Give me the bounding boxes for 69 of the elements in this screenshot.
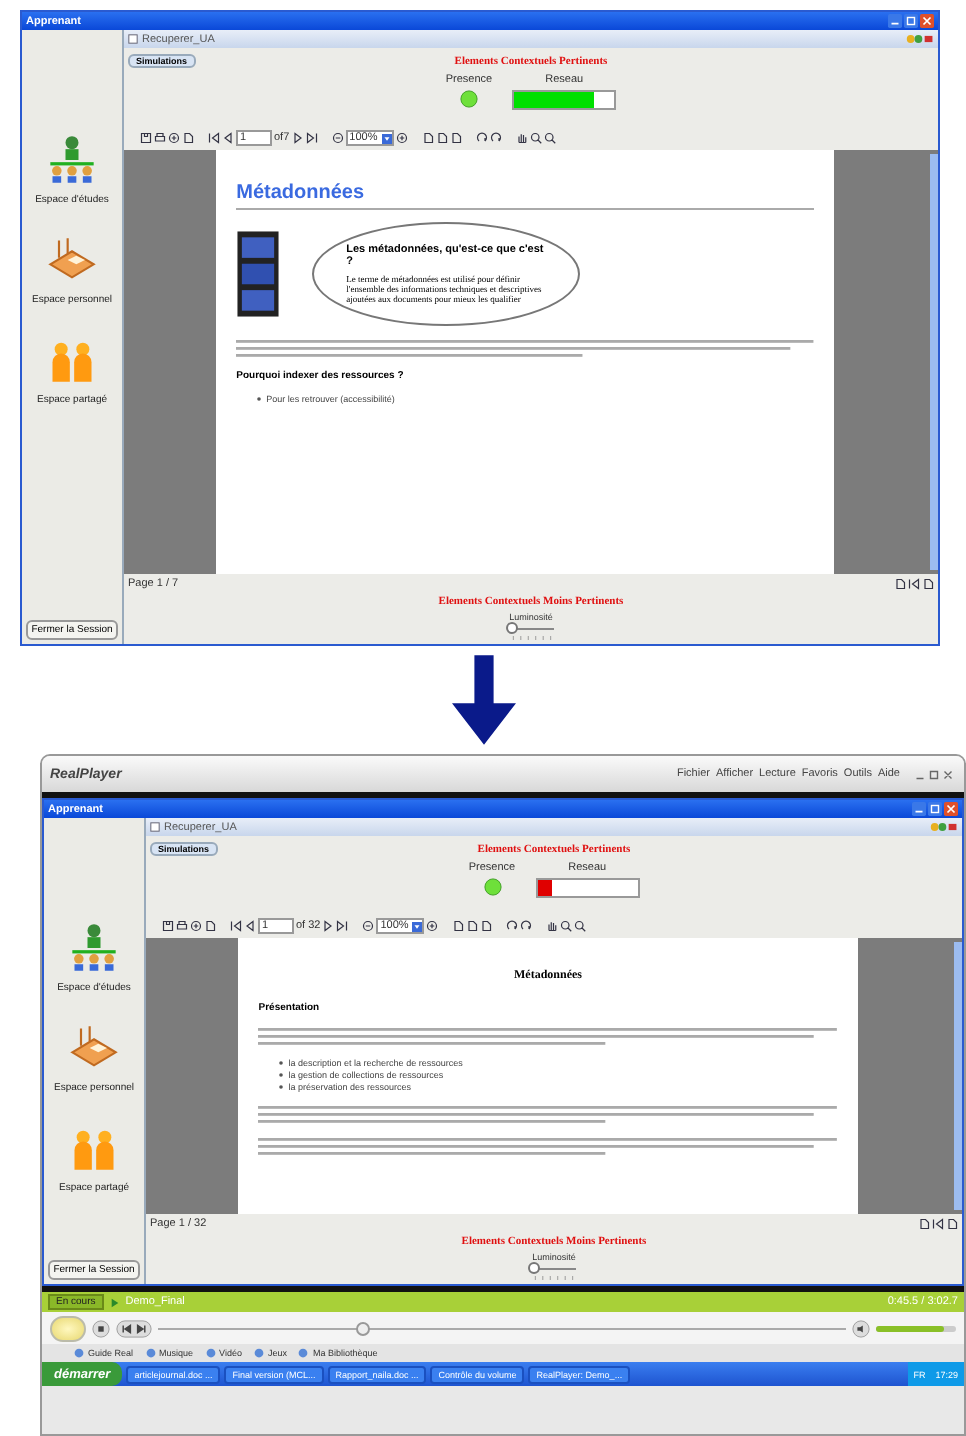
two-pages-icon[interactable] <box>922 577 934 589</box>
bullet-icon <box>278 1084 285 1090</box>
rotate-icon[interactable] <box>489 132 502 144</box>
skip-buttons-icon[interactable] <box>116 1319 152 1337</box>
speaker-icon[interactable] <box>852 1319 870 1337</box>
rotate-icon[interactable] <box>520 920 533 932</box>
rotate-icon[interactable] <box>475 132 488 144</box>
caret-icon <box>412 921 423 931</box>
zoom-in-icon[interactable] <box>395 132 408 144</box>
hand-icon[interactable] <box>515 132 528 144</box>
slider-thumb[interactable] <box>505 622 518 634</box>
hand-icon[interactable] <box>546 920 559 932</box>
print-icon[interactable] <box>154 132 166 144</box>
bookshelf-picture <box>236 228 281 320</box>
page-icon[interactable] <box>204 920 216 932</box>
first-page-icon[interactable] <box>208 132 220 144</box>
fit-width-icon[interactable] <box>932 1217 944 1229</box>
slider-ticks <box>532 1276 576 1280</box>
magnifier-icon[interactable] <box>529 132 542 144</box>
two-pages-icon[interactable] <box>946 1217 958 1229</box>
stop-icon[interactable] <box>92 1319 110 1337</box>
slider-ticks <box>509 636 553 640</box>
close-icon[interactable] <box>920 14 934 28</box>
status-icons <box>906 34 934 44</box>
group-icon <box>46 134 98 186</box>
single-page-icon[interactable] <box>918 1217 930 1229</box>
seek-thumb[interactable] <box>356 1321 371 1335</box>
first-page-icon[interactable] <box>230 920 242 932</box>
zoom-out-icon[interactable] <box>331 132 344 144</box>
caret-icon <box>381 133 392 143</box>
page-icon[interactable] <box>182 132 194 144</box>
save-icon[interactable] <box>162 920 174 932</box>
magnifier-icon[interactable] <box>543 132 556 144</box>
print-icon[interactable] <box>176 920 188 932</box>
window-controls-icon[interactable] <box>912 767 956 781</box>
document-title: Métadonnées <box>236 182 814 210</box>
presence-indicator-icon <box>460 90 478 108</box>
zoom-out-icon[interactable] <box>362 920 375 932</box>
scrollbar[interactable] <box>930 154 938 570</box>
bullet-icon <box>278 1072 285 1078</box>
bullet-icon <box>256 396 263 402</box>
magnifier-icon[interactable] <box>560 920 573 932</box>
maximize-icon[interactable] <box>904 14 918 28</box>
next-page-icon[interactable] <box>322 920 335 932</box>
fit-width-icon[interactable] <box>908 577 920 589</box>
last-page-icon[interactable] <box>305 132 318 144</box>
minimize-icon[interactable] <box>888 14 902 28</box>
group-icon <box>68 922 120 974</box>
window-icon <box>128 34 138 44</box>
scrollbar[interactable] <box>954 942 962 1210</box>
down-arrow <box>451 650 515 750</box>
bullet-icon <box>278 1060 285 1066</box>
last-page-icon[interactable] <box>336 920 349 932</box>
next-page-icon[interactable] <box>291 132 304 144</box>
play-icon <box>109 1297 120 1307</box>
save-icon[interactable] <box>140 132 152 144</box>
maximize-icon[interactable] <box>928 802 942 816</box>
presence-indicator-icon <box>483 878 501 896</box>
minimize-icon[interactable] <box>912 802 926 816</box>
slider-thumb[interactable] <box>528 1262 541 1274</box>
zoom-in-icon[interactable] <box>426 920 439 932</box>
previous-page-icon[interactable] <box>244 920 256 932</box>
rotate-icon[interactable] <box>506 920 519 932</box>
close-icon[interactable] <box>944 802 958 816</box>
magnifier-icon[interactable] <box>574 920 587 932</box>
window-icon <box>150 822 160 832</box>
status-icons <box>930 822 958 832</box>
single-page-icon[interactable] <box>894 577 906 589</box>
previous-page-icon[interactable] <box>222 132 234 144</box>
